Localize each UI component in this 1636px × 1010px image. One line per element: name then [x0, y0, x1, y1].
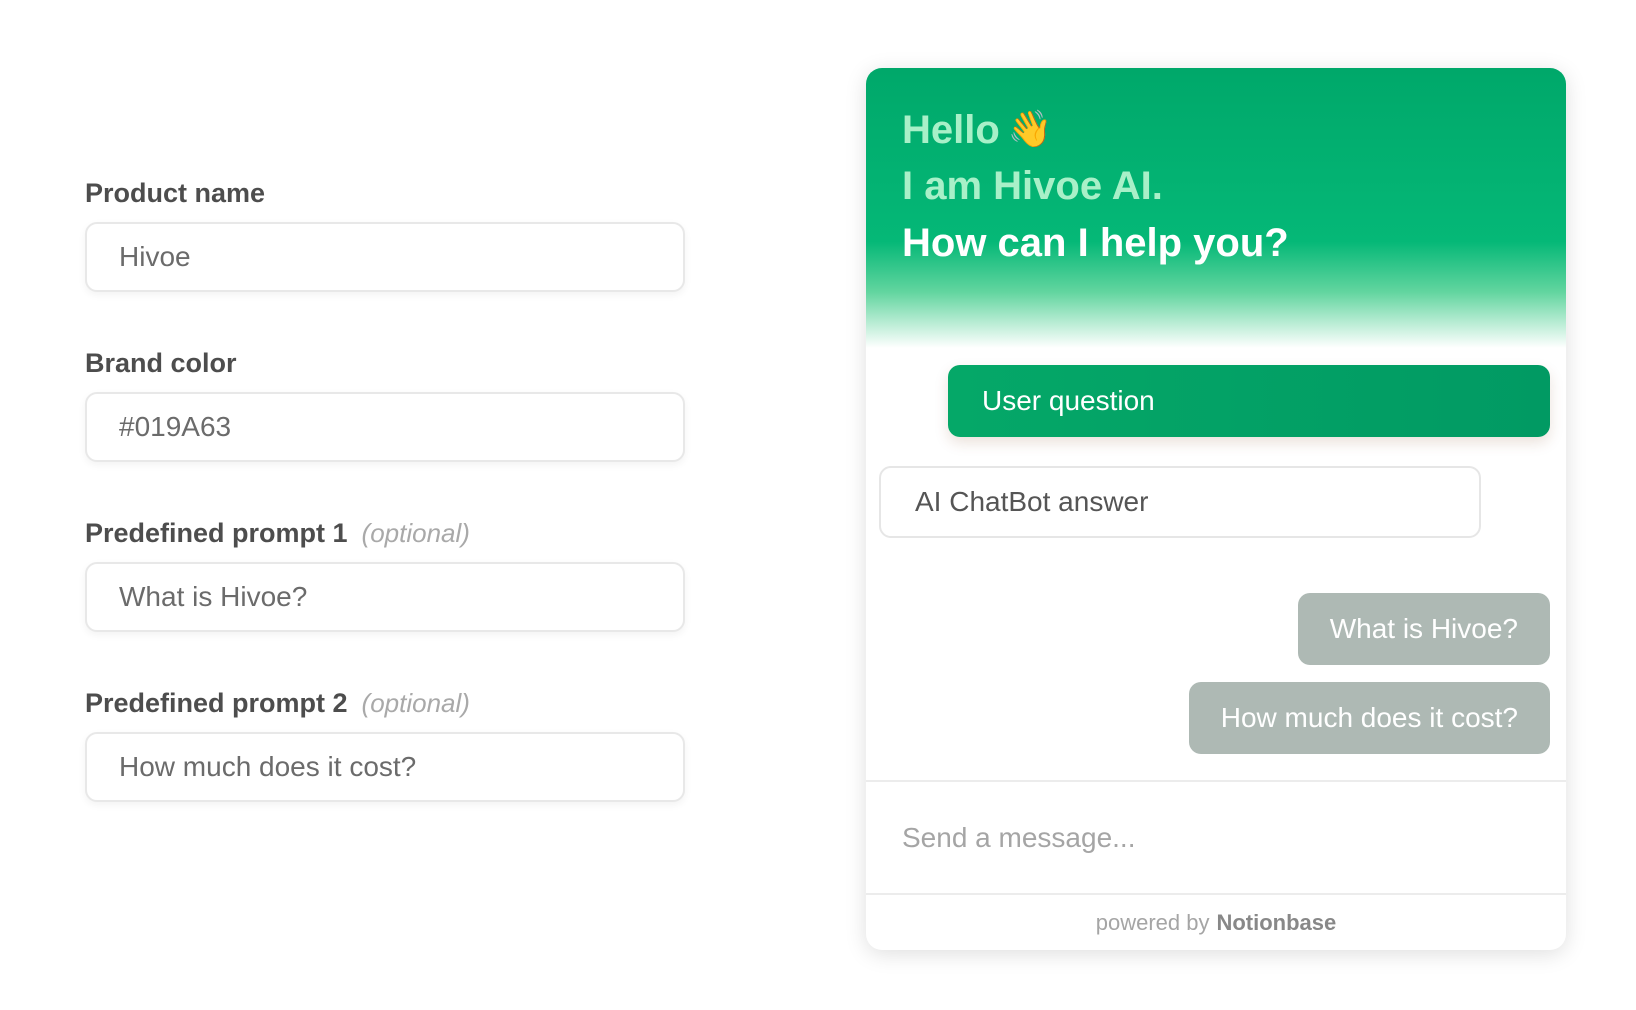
waving-hand-icon: 👋: [1007, 108, 1053, 149]
chat-widget-preview: Hello 👋 I am Hivoe AI. How can I help you…: [866, 68, 1566, 950]
message-input[interactable]: [866, 782, 1566, 893]
chat-header: Hello 👋 I am Hivoe AI. How can I help you…: [866, 68, 1566, 348]
predefined-prompt-2-text: How much does it cost?: [1220, 702, 1518, 733]
brand-color-label-text: Brand color: [85, 348, 237, 378]
product-name-label: Product name: [85, 178, 265, 209]
notionbase-link[interactable]: Notionbase: [1216, 910, 1336, 936]
prompt-2-field[interactable]: [85, 732, 685, 802]
prompt-1-label: Predefined prompt 1 (optional): [85, 518, 470, 549]
greeting-line-3: How can I help you?: [902, 221, 1289, 265]
predefined-prompt-button-1[interactable]: What is Hivoe?: [1297, 593, 1550, 665]
bot-message-text: AI ChatBot answer: [915, 486, 1149, 517]
user-message-text: User question: [982, 385, 1155, 416]
greeting-hello: Hello: [902, 108, 1000, 152]
prompt-2-label: Predefined prompt 2 (optional): [85, 688, 470, 719]
prompt-2-optional-hint: (optional): [361, 688, 470, 718]
brand-color-label: Brand color: [85, 348, 237, 379]
product-name-field[interactable]: [85, 222, 685, 292]
page: Product name Brand color Predefined prom…: [0, 0, 1636, 1010]
powered-by-text: powered by: [1095, 909, 1210, 935]
user-message-bubble: User question: [948, 365, 1550, 437]
predefined-prompt-button-2[interactable]: How much does it cost?: [1188, 682, 1550, 754]
predefined-prompt-1-text: What is Hivoe?: [1329, 613, 1518, 644]
prompt-2-label-text: Predefined prompt 2: [85, 688, 348, 718]
product-name-label-text: Product name: [85, 178, 266, 208]
powered-by-footer: powered by Notionbase: [866, 895, 1566, 950]
bot-message-bubble: AI ChatBot answer: [879, 466, 1481, 538]
greeting-line-2: I am Hivoe AI.: [902, 164, 1163, 208]
greeting-line-1: Hello 👋: [902, 108, 1053, 153]
prompt-1-label-text: Predefined prompt 1: [85, 518, 348, 548]
brand-color-field[interactable]: [85, 392, 685, 462]
prompt-1-optional-hint: (optional): [361, 518, 470, 548]
prompt-1-field[interactable]: [85, 562, 685, 632]
